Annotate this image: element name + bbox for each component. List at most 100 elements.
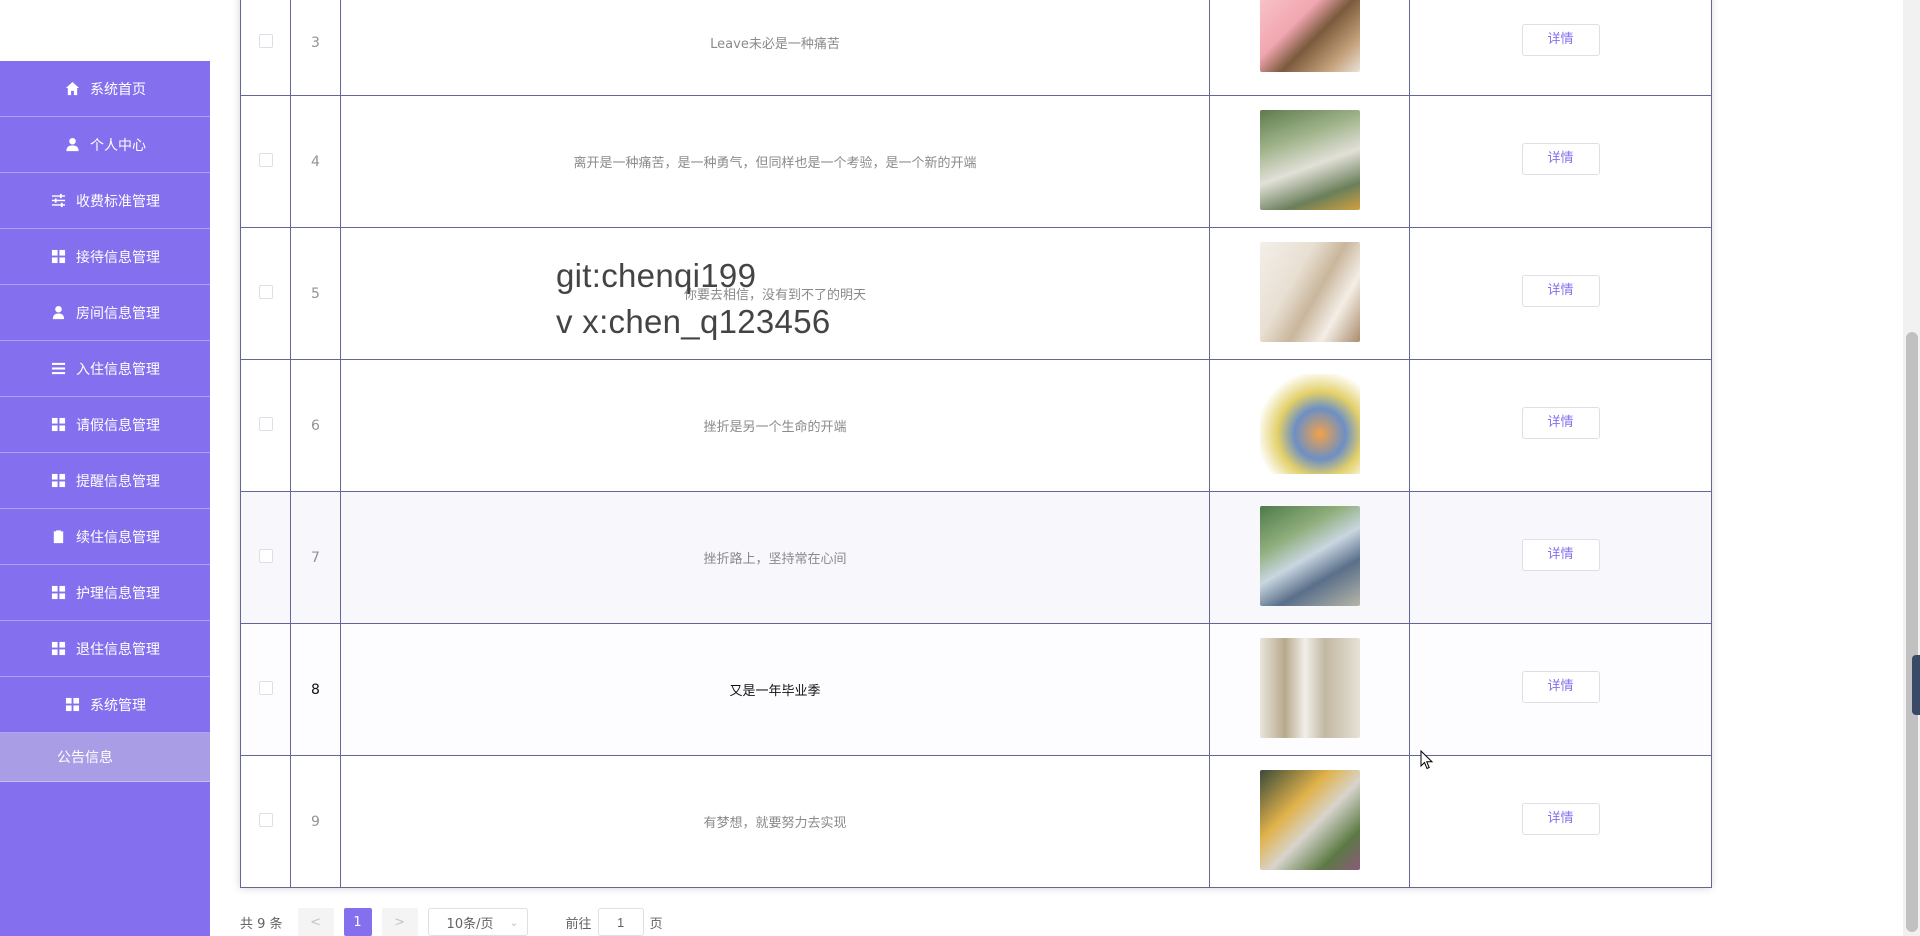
page-size-select[interactable]: 10条/页 ⌄ bbox=[427, 908, 528, 936]
page-scrollbar[interactable] bbox=[1903, 0, 1920, 936]
sidebar-item-label: 收费标准管理 bbox=[76, 193, 160, 210]
row-index: 6 bbox=[290, 359, 341, 492]
row-image-cell bbox=[1209, 0, 1410, 96]
pagination-next-button[interactable]: > bbox=[381, 908, 418, 936]
elderly-couple-greenhouse-image bbox=[1259, 109, 1360, 210]
sidebar-item-reminder[interactable]: 提醒信息管理 bbox=[0, 453, 210, 509]
table-row: 3 Leave未必是一种痛苦 详情 bbox=[240, 0, 1712, 96]
sidebar-item-home[interactable]: 系统首页 bbox=[0, 61, 210, 117]
sidebar-item-personal-center[interactable]: 个人中心 bbox=[0, 117, 210, 173]
sidebar-item-label: 系统首页 bbox=[90, 81, 146, 98]
row-checkbox-cell bbox=[240, 0, 291, 96]
sidebar-item-reception[interactable]: 接待信息管理 bbox=[0, 229, 210, 285]
goto-suffix: 页 bbox=[649, 916, 663, 932]
row-title: 离开是一种痛苦，是一种勇气，但同样也是一个考验，是一个新的开端 bbox=[340, 95, 1210, 228]
sidebar-item-label: 系统管理 bbox=[90, 697, 146, 714]
pagination-prev-button[interactable]: < bbox=[297, 908, 334, 936]
row-title: 又是一年毕业季 bbox=[340, 623, 1210, 756]
row-index: 5 bbox=[290, 227, 341, 360]
table-row: 8 又是一年毕业季 详情 bbox=[240, 623, 1712, 756]
row-title: 挫折路上，坚持常在心间 bbox=[340, 491, 1210, 624]
sidebar-subitem-label: 公告信息 bbox=[57, 750, 113, 766]
list-icon bbox=[50, 361, 66, 377]
mouse-cursor-icon bbox=[1420, 750, 1434, 770]
grid-icon bbox=[50, 249, 66, 265]
row-index: 3 bbox=[290, 0, 341, 96]
wheelchair-park-image bbox=[1259, 505, 1360, 606]
detail-button[interactable]: 详情 bbox=[1521, 670, 1600, 703]
table-row: 5 你要去相信，没有到不了的明天 详情 bbox=[240, 227, 1712, 360]
sidebar-item-nursing[interactable]: 护理信息管理 bbox=[0, 565, 210, 621]
row-index: 4 bbox=[290, 95, 341, 228]
goto-page-input[interactable] bbox=[597, 908, 644, 936]
pagination: 共 9 条 < 1 > 10条/页 ⌄ 前往 页 bbox=[240, 908, 663, 936]
row-action-cell: 详情 bbox=[1409, 0, 1712, 96]
sidebar-item-label: 接待信息管理 bbox=[76, 249, 160, 266]
row-checkbox[interactable] bbox=[258, 284, 273, 299]
elder-reading-image bbox=[1259, 769, 1360, 870]
detail-button[interactable]: 详情 bbox=[1521, 406, 1600, 439]
sidebar-item-room[interactable]: 房间信息管理 bbox=[0, 285, 210, 341]
sidebar-item-label: 退住信息管理 bbox=[76, 641, 160, 658]
sidebar-item-renewal[interactable]: 续住信息管理 bbox=[0, 509, 210, 565]
watermark-line-1: git:chenqi199 bbox=[556, 257, 757, 294]
grid-icon bbox=[50, 473, 66, 489]
pagination-total: 共 9 条 bbox=[240, 916, 283, 932]
sliders-icon bbox=[50, 193, 66, 209]
detail-button[interactable]: 详情 bbox=[1521, 23, 1600, 56]
table-row: 7 挫折路上，坚持常在心间 详情 bbox=[240, 491, 1712, 624]
caregiver-elder-image bbox=[1259, 241, 1360, 342]
sidebar-item-label: 提醒信息管理 bbox=[76, 473, 160, 490]
detail-button[interactable]: 详情 bbox=[1521, 142, 1600, 175]
user-icon bbox=[64, 137, 80, 153]
sidebar-item-label: 个人中心 bbox=[90, 137, 146, 154]
detail-button[interactable]: 详情 bbox=[1521, 802, 1600, 835]
detail-button[interactable]: 详情 bbox=[1521, 274, 1600, 307]
side-drawer-handle[interactable] bbox=[1912, 655, 1920, 715]
row-index: 7 bbox=[290, 491, 341, 624]
row-title: 有梦想，就要努力去实现 bbox=[340, 755, 1210, 888]
row-index: 9 bbox=[290, 755, 341, 888]
row-checkbox[interactable] bbox=[258, 152, 273, 167]
elderly-group-image bbox=[1259, 637, 1360, 738]
clipboard-icon bbox=[50, 529, 66, 545]
pagination-page-1[interactable]: 1 bbox=[343, 908, 372, 936]
detail-button[interactable]: 详情 bbox=[1521, 538, 1600, 571]
sidebar-item-label: 请假信息管理 bbox=[76, 417, 160, 434]
watermark-overlay: git:chenqi199 v x:chen_q123456 bbox=[556, 253, 831, 345]
page-scrollbar-thumb[interactable] bbox=[1906, 332, 1918, 932]
sidebar-item-system[interactable]: 系统管理 bbox=[0, 677, 210, 733]
table-row: 6 挫折是另一个生命的开端 详情 bbox=[240, 359, 1712, 492]
announcement-table: 3 Leave未必是一种痛苦 详情 4 离开是一种痛苦，是一种勇气，但同样也是一… bbox=[240, 0, 1712, 888]
elder-care-service-image bbox=[1259, 373, 1360, 474]
grid-icon bbox=[50, 641, 66, 657]
table-row: 4 离开是一种痛苦，是一种勇气，但同样也是一个考验，是一个新的开端 详情 bbox=[240, 95, 1712, 228]
grid-icon bbox=[50, 417, 66, 433]
row-checkbox[interactable] bbox=[258, 680, 273, 695]
chevron-down-icon: ⌄ bbox=[509, 915, 519, 929]
sidebar-item-checkout[interactable]: 退住信息管理 bbox=[0, 621, 210, 677]
row-title: Leave未必是一种痛苦 bbox=[340, 0, 1210, 96]
grid-icon bbox=[64, 697, 80, 713]
goto-label: 前往 bbox=[565, 916, 592, 932]
page-size-value: 10条/页 bbox=[446, 916, 494, 932]
row-checkbox[interactable] bbox=[258, 812, 273, 827]
sidebar-item-label: 护理信息管理 bbox=[76, 585, 160, 602]
sidebar-item-leave[interactable]: 请假信息管理 bbox=[0, 397, 210, 453]
person-icon bbox=[50, 305, 66, 321]
sidebar-item-fee-standard[interactable]: 收费标准管理 bbox=[0, 173, 210, 229]
row-checkbox[interactable] bbox=[258, 33, 273, 48]
home-icon bbox=[64, 81, 80, 97]
grid-icon bbox=[50, 585, 66, 601]
sidebar-item-checkin[interactable]: 入住信息管理 bbox=[0, 341, 210, 397]
sidebar-subitem-announcement[interactable]: 公告信息 bbox=[0, 733, 210, 782]
row-checkbox[interactable] bbox=[258, 416, 273, 431]
row-checkbox[interactable] bbox=[258, 548, 273, 563]
piggy-bank-elder-image bbox=[1259, 0, 1360, 72]
row-title: 挫折是另一个生命的开端 bbox=[340, 359, 1210, 492]
sidebar: 系统首页 个人中心 收费标准管理 接待信息管理 房间信息管理 入住信息管理 请假… bbox=[0, 61, 210, 936]
watermark-line-2: v x:chen_q123456 bbox=[556, 303, 831, 340]
sidebar-item-label: 入住信息管理 bbox=[76, 361, 160, 378]
sidebar-item-label: 续住信息管理 bbox=[76, 529, 160, 546]
table-row: 9 有梦想，就要努力去实现 详情 bbox=[240, 755, 1712, 888]
